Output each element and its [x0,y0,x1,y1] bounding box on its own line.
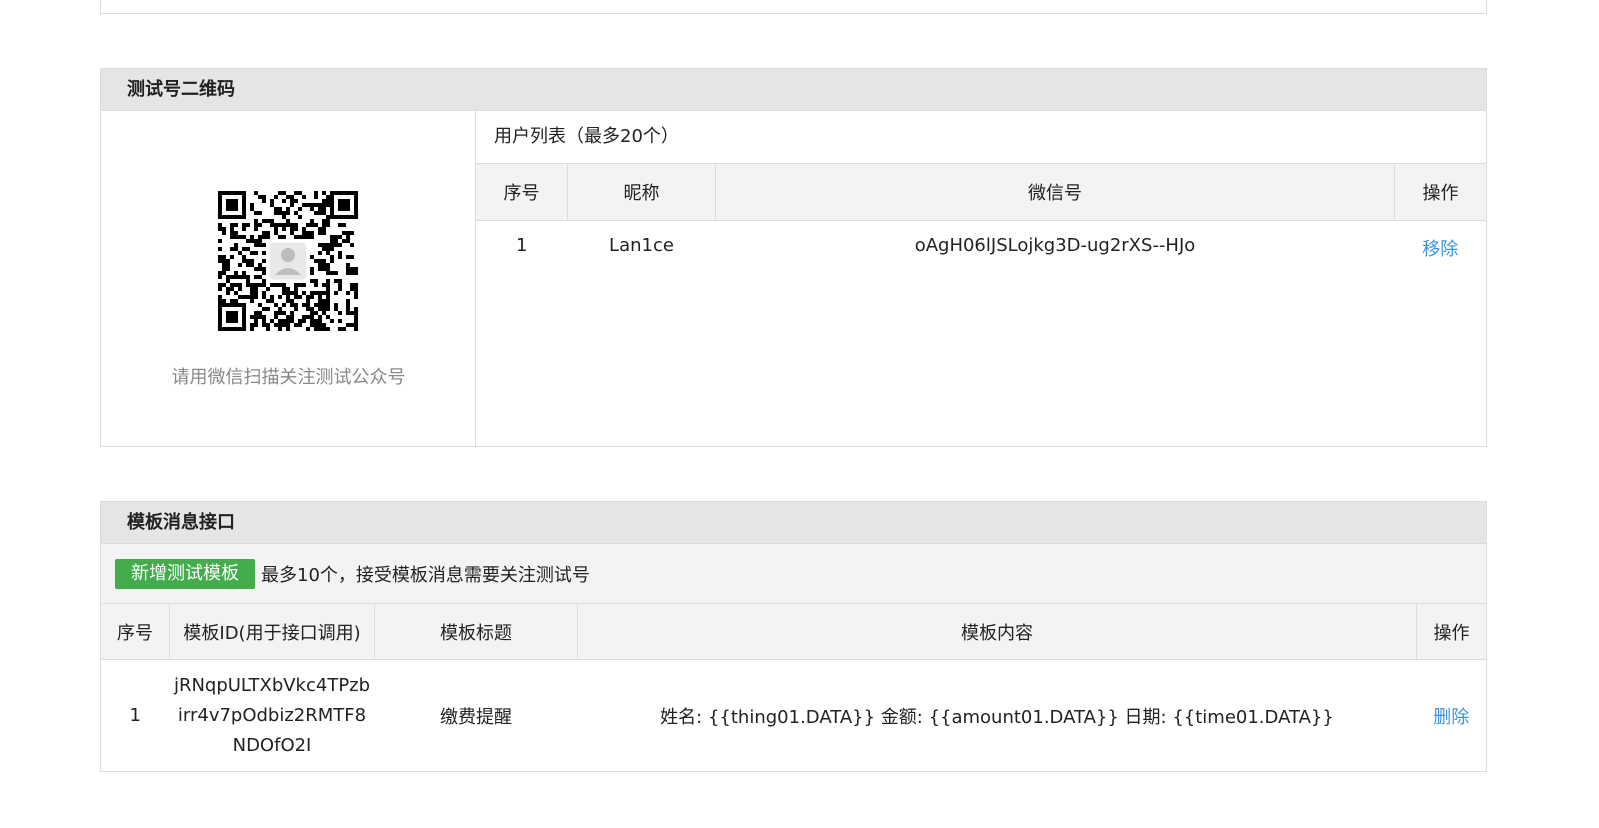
user-list: 用户列表（最多20个） 序号 昵称 微信号 操作 1 Lan1ce oAgH06… [476,111,1486,446]
template-table: 序号 模板ID(用于接口调用) 模板标题 模板内容 操作 1 jRNqpULTX… [101,604,1486,772]
column-header: 操作 [1394,164,1486,221]
qr-panel-title: 测试号二维码 [101,69,1486,111]
template-id-line: irr4v7pOdbiz2RMTF8 [177,704,367,726]
user-table: 序号 昵称 微信号 操作 1 Lan1ce oAgH06lJSLojkg3D-u… [476,164,1486,262]
column-header: 序号 [101,604,170,660]
previous-panel-bottom [100,0,1487,14]
user-list-title: 用户列表（最多20个） [476,111,1486,164]
row-wechat-id: oAgH06lJSLojkg3D-ug2rXS--HJo [914,235,1196,256]
user-table-header: 序号 昵称 微信号 操作 [476,164,1486,221]
column-header: 序号 [476,164,568,221]
column-header: 微信号 [715,164,1395,221]
row-index: 1 [129,705,141,727]
row-template-title: 缴费提醒 [440,706,512,728]
column-header: 模板ID(用于接口调用) [169,604,375,660]
table-row: 1 Lan1ce oAgH06lJSLojkg3D-ug2rXS--HJo 移除 [476,221,1486,263]
template-panel-title: 模板消息接口 [101,502,1486,544]
delete-template-link[interactable]: 删除 [1433,707,1469,728]
column-header: 昵称 [567,164,716,221]
column-header: 模板标题 [374,604,578,660]
template-note: 最多10个，接受模板消息需要关注测试号 [261,564,590,586]
row-template-id: jRNqpULTXbVkc4TPzb irr4v7pOdbiz2RMTF8 ND… [170,660,375,772]
row-nickname: Lan1ce [609,235,674,256]
template-table-header: 序号 模板ID(用于接口调用) 模板标题 模板内容 操作 [101,604,1486,660]
add-test-template-button[interactable]: 新增测试模板 [115,558,255,589]
template-message-panel: 模板消息接口 新增测试模板 最多10个，接受模板消息需要关注测试号 序号 模板I… [100,501,1487,772]
column-header: 模板内容 [577,604,1417,660]
qr-code-image [218,191,358,331]
template-toolbar: 新增测试模板 最多10个，接受模板消息需要关注测试号 [101,544,1486,604]
qr-code-area: 请用微信扫描关注测试公众号 [101,111,476,446]
qr-code-panel: 测试号二维码 请用微信扫描关注测试公众号 用户列表（最多20个） 序号 昵称 微… [100,68,1487,447]
row-index: 1 [516,235,528,256]
remove-user-link[interactable]: 移除 [1422,239,1458,260]
template-id-line: NDOfO2I [232,734,312,756]
qr-caption: 请用微信扫描关注测试公众号 [171,367,406,388]
row-template-content: 姓名: {{thing01.DATA}} 金额: {{amount01.DATA… [660,706,1334,728]
column-header: 操作 [1416,604,1486,660]
table-row: 1 jRNqpULTXbVkc4TPzb irr4v7pOdbiz2RMTF8 … [101,660,1486,772]
template-id-line: jRNqpULTXbVkc4TPzb [173,674,371,696]
